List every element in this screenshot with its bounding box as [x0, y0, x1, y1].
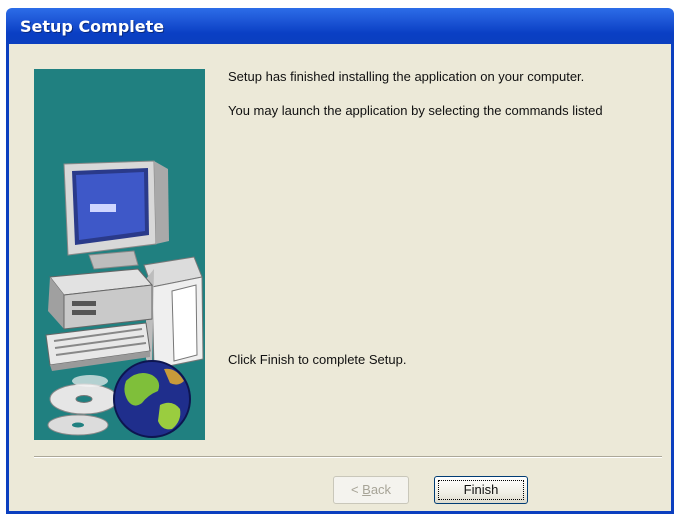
setup-dialog: Setup Complete Setup has finished instal…: [0, 0, 680, 522]
finish-instructions: Click Finish to complete Setup.: [228, 352, 407, 367]
status-message: Setup has finished installing the applic…: [228, 69, 585, 84]
title-bar[interactable]: Setup Complete: [6, 8, 674, 44]
computer-cd-globe-icon: [45, 160, 204, 438]
monitor-icon: [63, 160, 169, 270]
cd-icon: [47, 375, 119, 436]
setup-illustration: [34, 69, 205, 440]
back-button-prefix: <: [350, 482, 363, 497]
back-button[interactable]: < Back: [333, 476, 409, 504]
button-separator: [34, 456, 662, 458]
launch-instructions: You may launch the application by select…: [228, 103, 603, 118]
dialog-client-area: Setup has finished installing the applic…: [6, 44, 674, 514]
finish-button[interactable]: Finish: [434, 476, 528, 504]
keyboard-icon: [45, 322, 151, 371]
back-button-accel: B: [362, 482, 371, 497]
back-button-rest: ack: [370, 482, 392, 497]
globe-icon: [113, 360, 191, 438]
window-title: Setup Complete: [20, 17, 165, 36]
desktop-unit-icon: [48, 268, 154, 330]
computer-case-icon: [143, 256, 204, 370]
focus-ring: [438, 480, 524, 500]
